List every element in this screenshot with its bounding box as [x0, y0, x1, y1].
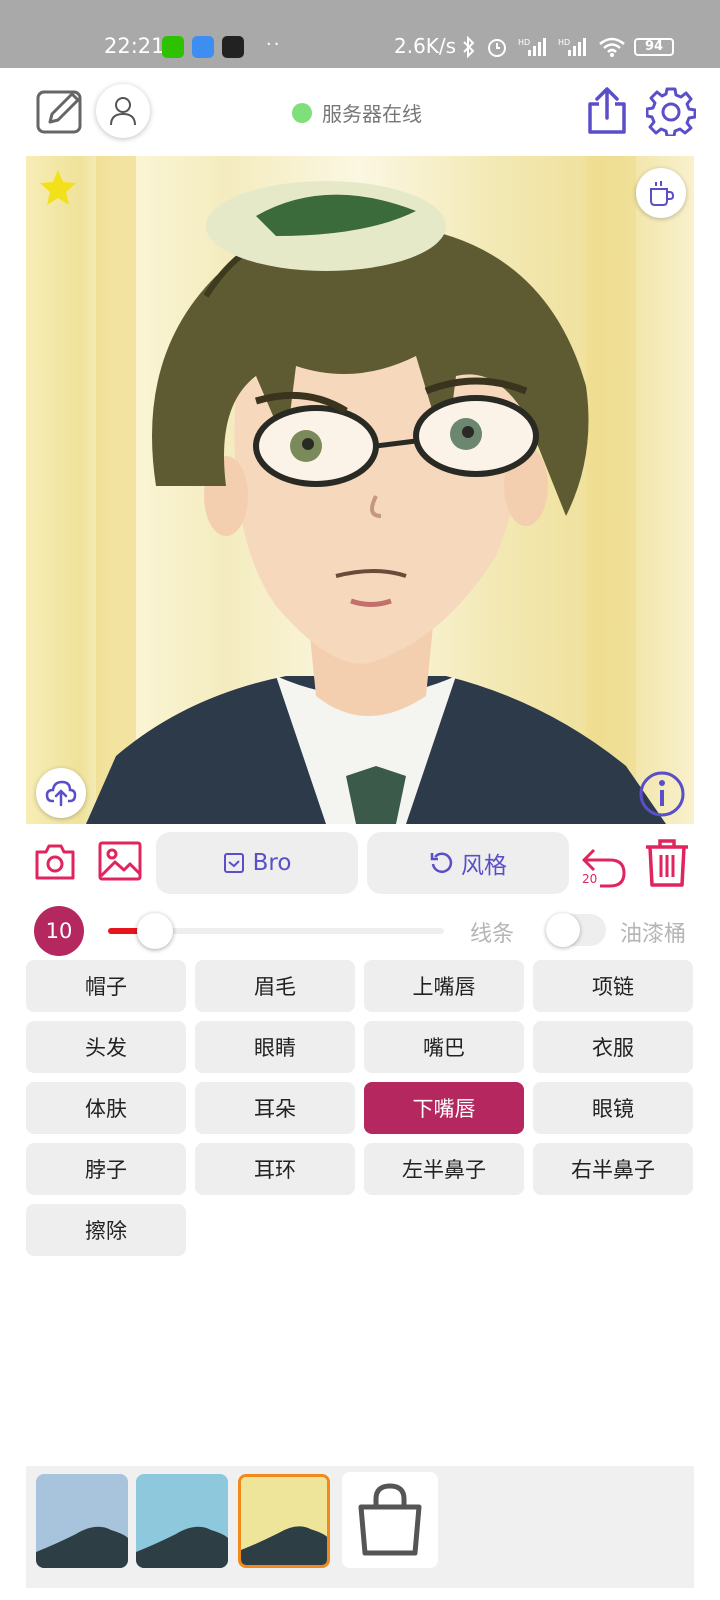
sketch-edit-icon[interactable]	[36, 88, 84, 136]
part-button[interactable]: 耳朵	[195, 1082, 355, 1134]
style-label: 风格	[461, 853, 507, 879]
part-button[interactable]: 右半鼻子	[533, 1143, 693, 1195]
send-app-icon	[192, 36, 214, 58]
app-root: 22:21 ·· 2.6K/s HD HD 94 服务器在线 Bro 风格 20…	[0, 0, 720, 1600]
brush-controls: 10 线条 油漆桶	[0, 898, 720, 958]
signal-hd-1-icon: HD	[518, 38, 546, 56]
bro-model-button[interactable]: Bro	[156, 832, 358, 894]
camera-icon[interactable]	[34, 842, 76, 882]
bucket-mode-toggle[interactable]	[546, 913, 606, 947]
bluetooth-icon	[463, 36, 475, 58]
brush-size-slider[interactable]	[108, 913, 444, 949]
bucket-mode-toggle-knob	[546, 913, 580, 947]
svg-text:HD: HD	[558, 38, 570, 47]
settings-gear-icon[interactable]	[646, 86, 696, 136]
part-button[interactable]: 头发	[26, 1021, 186, 1073]
svg-text:HD: HD	[518, 38, 530, 47]
bucket-mode-label[interactable]: 油漆桶	[620, 916, 686, 948]
user-profile-button[interactable]	[96, 84, 150, 138]
server-status-dot	[292, 102, 312, 123]
part-button[interactable]: 擦除	[26, 1204, 186, 1256]
background-thumbnail[interactable]	[36, 1474, 128, 1568]
part-button[interactable]: 帽子	[26, 960, 186, 1012]
part-button[interactable]: 衣服	[533, 1021, 693, 1073]
cloud-upload-button[interactable]	[36, 768, 86, 818]
soul-app-icon	[222, 36, 244, 58]
wechat-icon	[162, 36, 184, 58]
undo-count: 20	[582, 872, 598, 886]
part-button[interactable]: 项链	[533, 960, 693, 1012]
info-icon[interactable]	[638, 770, 686, 818]
favorite-star-icon[interactable]	[38, 168, 78, 208]
line-mode-label[interactable]: 线条	[470, 916, 514, 948]
status-icons: HD HD	[462, 36, 626, 58]
server-status-label: 服务器在线	[322, 102, 422, 126]
part-button[interactable]: 眉毛	[195, 960, 355, 1012]
background-thumbnail[interactable]	[136, 1474, 228, 1568]
checkbox-icon	[223, 853, 244, 873]
background-thumbnails-strip	[26, 1466, 694, 1588]
action-row: Bro 风格 20	[0, 828, 720, 898]
thumbnail-landscape-image	[36, 1474, 128, 1568]
shopping-bag-icon	[358, 1483, 422, 1556]
top-toolbar: 服务器在线	[0, 68, 720, 156]
coffee-cup-button[interactable]	[636, 168, 686, 218]
battery-level: 94	[634, 38, 674, 56]
bro-model-label: Bro	[252, 850, 292, 876]
face-parts-grid: 帽子 眉毛 上嘴唇 项链头发 眼睛 嘴巴 衣服体肤 耳朵 下嘴唇 眼镜脖子 耳环 左半鼻子 右半鼻子擦除	[26, 960, 694, 1256]
network-speed: 2.6K/s	[394, 34, 457, 58]
share-icon[interactable]	[584, 86, 630, 136]
brush-size-slider-thumb[interactable]	[137, 913, 174, 949]
status-bar: 22:21 ·· 2.6K/s HD HD 94	[0, 0, 720, 68]
server-status: 服务器在线	[292, 98, 422, 127]
thumbnail-landscape-image	[241, 1477, 327, 1565]
generated-portrait-image	[86, 156, 666, 824]
part-button[interactable]: 脖子	[26, 1143, 186, 1195]
gallery-image-icon[interactable]	[98, 840, 142, 882]
user-icon	[110, 97, 136, 126]
status-time: 22:21	[104, 34, 165, 58]
background-thumbnail[interactable]	[238, 1474, 330, 1568]
part-button[interactable]: 上嘴唇	[364, 960, 524, 1012]
shop-bag-button[interactable]	[342, 1472, 438, 1568]
brush-size-badge: 10	[34, 906, 84, 956]
cloud-upload-icon	[45, 780, 77, 807]
part-button[interactable]: 嘴巴	[364, 1021, 524, 1073]
part-button[interactable]: 体肤	[26, 1082, 186, 1134]
part-button[interactable]: 眼睛	[195, 1021, 355, 1073]
wifi-icon	[599, 37, 625, 57]
part-button[interactable]: 下嘴唇	[364, 1082, 524, 1134]
part-button[interactable]: 眼镜	[533, 1082, 693, 1134]
alarm-icon	[488, 39, 506, 57]
part-button[interactable]: 左半鼻子	[364, 1143, 524, 1195]
drawing-canvas[interactable]	[26, 156, 694, 824]
refresh-icon	[430, 852, 453, 873]
style-button[interactable]: 风格	[367, 832, 569, 894]
more-notifications-icon: ··	[266, 34, 282, 55]
coffee-cup-icon	[650, 181, 675, 206]
signal-hd-2-icon: HD	[558, 38, 586, 56]
thumbnail-landscape-image	[136, 1474, 228, 1568]
part-button[interactable]: 耳环	[195, 1143, 355, 1195]
trash-icon[interactable]	[644, 838, 690, 888]
